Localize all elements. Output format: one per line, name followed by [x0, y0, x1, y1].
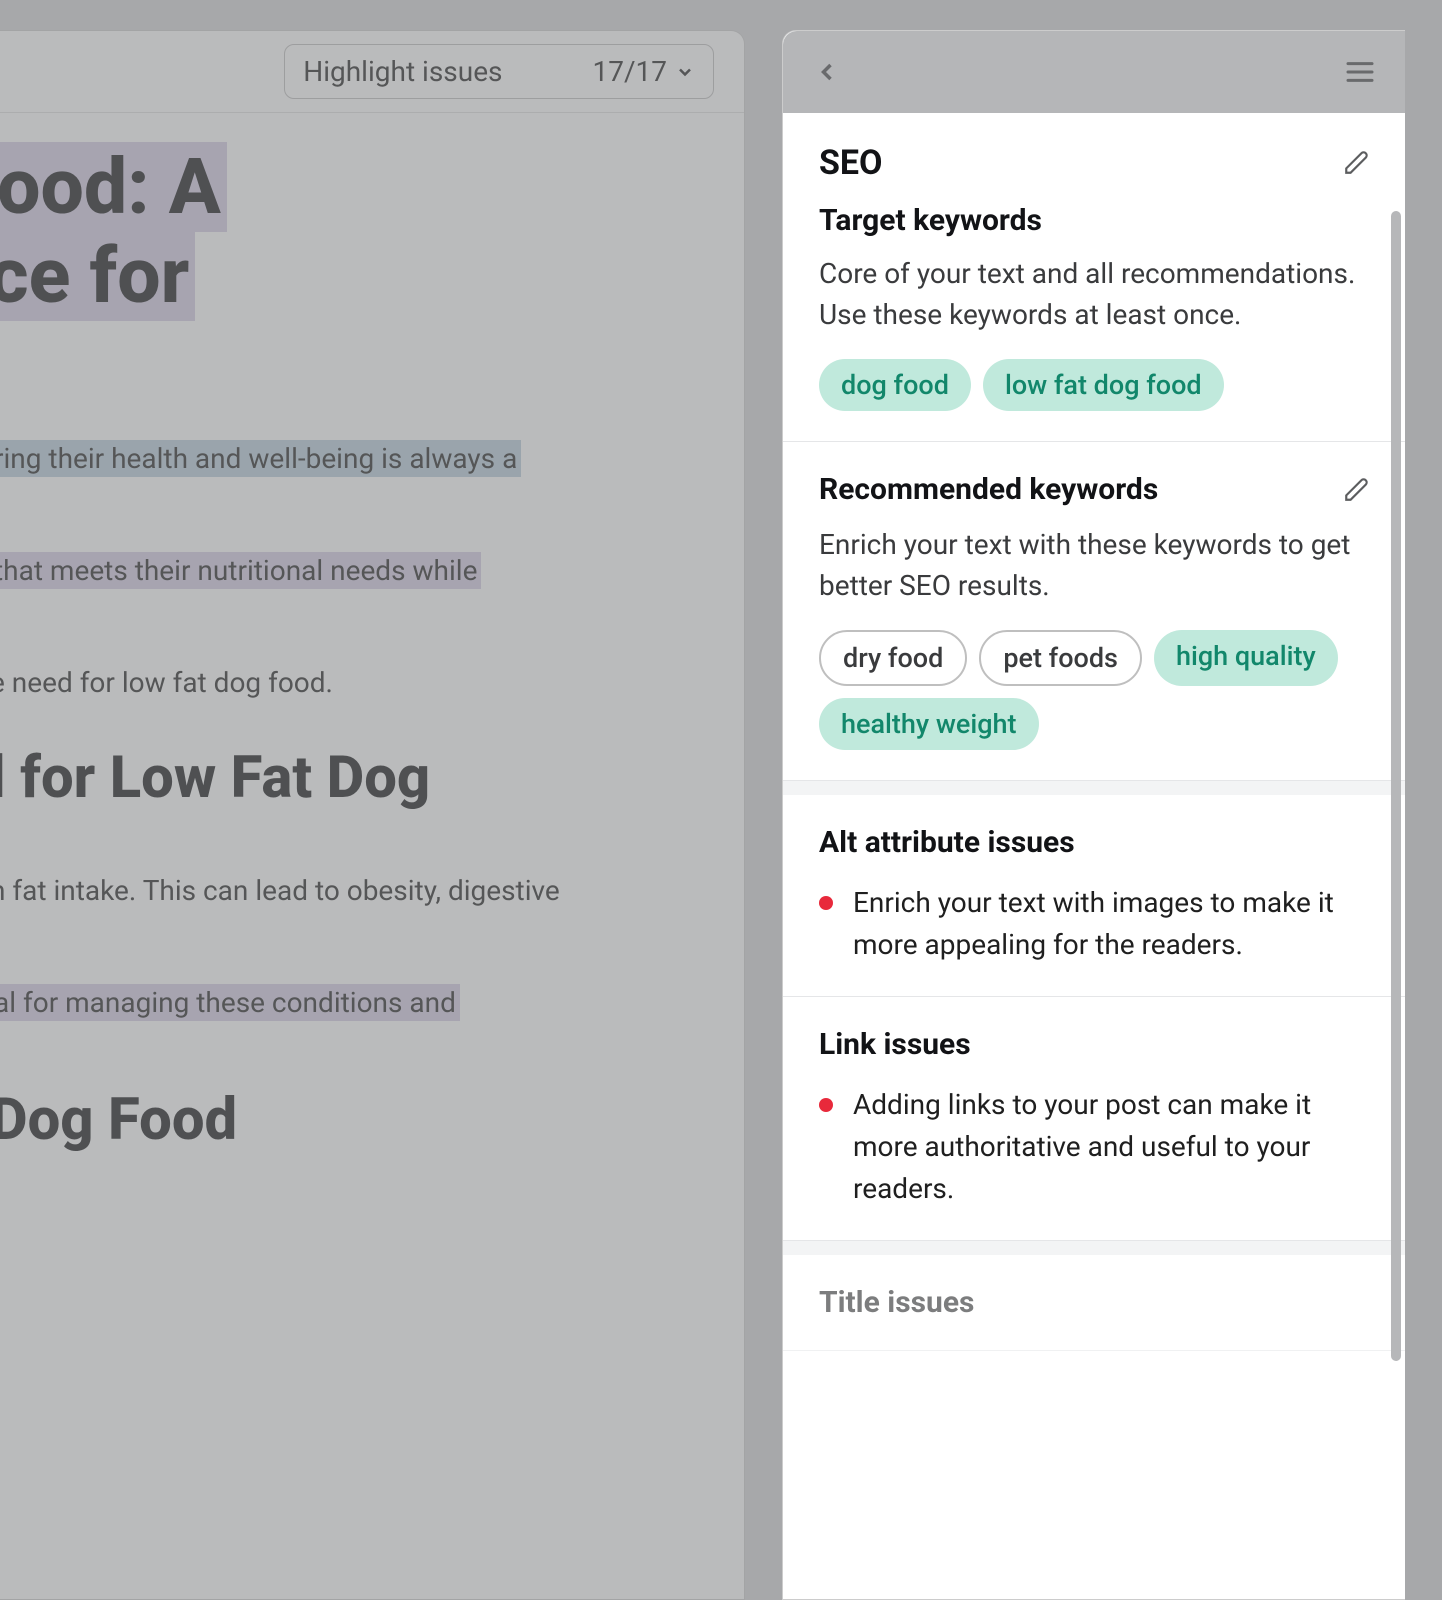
- editor-pane: Highlight issues 17/17 Dog Food: A Choic…: [0, 30, 745, 1600]
- issue-text: Adding links to your post can make it mo…: [853, 1084, 1369, 1210]
- scrollbar-thumb[interactable]: [1391, 211, 1401, 1361]
- keyword-pill[interactable]: dog food: [819, 359, 971, 411]
- recommended-keywords-desc: Enrich your text with these keywords to …: [819, 525, 1369, 606]
- article-paragraph: al for managing these conditions and: [0, 982, 744, 1024]
- title-issues-section: Title issues: [783, 1255, 1405, 1351]
- highlight-issues-count: 17/17: [593, 55, 668, 88]
- article-subheading: l for Low Fat Dog: [0, 744, 744, 814]
- alt-attribute-section: Alt attribute issues Enrich your text wi…: [783, 795, 1405, 997]
- article-paragraph: e need for low fat dog food.: [0, 662, 744, 704]
- article-paragraph: n fat intake. This can lead to obesity, …: [0, 870, 744, 912]
- edit-icon[interactable]: [1343, 150, 1369, 176]
- scrollbar-track[interactable]: [1391, 211, 1401, 1481]
- recommended-keywords-title: Recommended keywords: [819, 472, 1158, 507]
- text-highlight-purple: that meets their nutritional needs while: [0, 552, 481, 589]
- keyword-pill[interactable]: low fat dog food: [983, 359, 1224, 411]
- seo-sidebar: SEO Target keywords Core of your text an…: [782, 30, 1405, 1600]
- section-gap: [783, 781, 1405, 795]
- issue-text: Enrich your text with images to make it …: [853, 882, 1369, 966]
- article-paragraph: ring their health and well-being is alwa…: [0, 438, 744, 480]
- issue-dot-icon: [819, 896, 833, 910]
- text-highlight-purple: al for managing these conditions and: [0, 984, 460, 1021]
- text-highlight-blue: ring their health and well-being is alwa…: [0, 440, 521, 477]
- title-issues-title: Title issues: [819, 1285, 1369, 1320]
- issue-dot-icon: [819, 1098, 833, 1112]
- alt-issues-title: Alt attribute issues: [819, 825, 1369, 860]
- recommended-keywords-section: Recommended keywords Enrich your text wi…: [783, 442, 1405, 781]
- target-keywords-title: Target keywords: [819, 203, 1369, 238]
- link-issues-section: Link issues Adding links to your post ca…: [783, 997, 1405, 1241]
- issue-item: Adding links to your post can make it mo…: [819, 1084, 1369, 1210]
- highlight-issues-label: Highlight issues: [303, 55, 502, 88]
- title-highlight-2: Choice for: [0, 231, 195, 321]
- chevron-down-icon: [675, 62, 695, 82]
- section-gap: [783, 1241, 1405, 1255]
- issue-item: Enrich your text with images to make it …: [819, 882, 1369, 966]
- article-body: Dog Food: A Choice for ring their health…: [0, 113, 744, 1185]
- sidebar-content[interactable]: SEO Target keywords Core of your text an…: [783, 113, 1405, 1599]
- recommended-keywords-pills: dry food pet foods high quality healthy …: [819, 630, 1369, 750]
- article-title: Dog Food: A Choice for: [0, 143, 660, 320]
- link-issues-title: Link issues: [819, 1027, 1369, 1062]
- target-keywords-desc: Core of your text and all recommendation…: [819, 254, 1369, 335]
- article-paragraph: that meets their nutritional needs while: [0, 550, 744, 592]
- keyword-pill[interactable]: healthy weight: [819, 698, 1039, 750]
- editor-toolbar: Highlight issues 17/17: [0, 31, 744, 113]
- seo-title: SEO: [819, 143, 883, 183]
- title-highlight-1: Dog Food: A: [0, 142, 227, 232]
- highlight-issues-dropdown[interactable]: Highlight issues 17/17: [284, 44, 714, 99]
- target-keywords-pills: dog food low fat dog food: [819, 359, 1369, 411]
- keyword-pill[interactable]: pet foods: [979, 630, 1142, 686]
- keyword-pill[interactable]: high quality: [1154, 630, 1338, 686]
- keyword-pill[interactable]: dry food: [819, 630, 967, 686]
- sidebar-header-dim: [783, 31, 1405, 113]
- article-subheading: Dog Food: [0, 1086, 744, 1156]
- seo-section: SEO Target keywords Core of your text an…: [783, 113, 1405, 442]
- edit-icon[interactable]: [1343, 477, 1369, 503]
